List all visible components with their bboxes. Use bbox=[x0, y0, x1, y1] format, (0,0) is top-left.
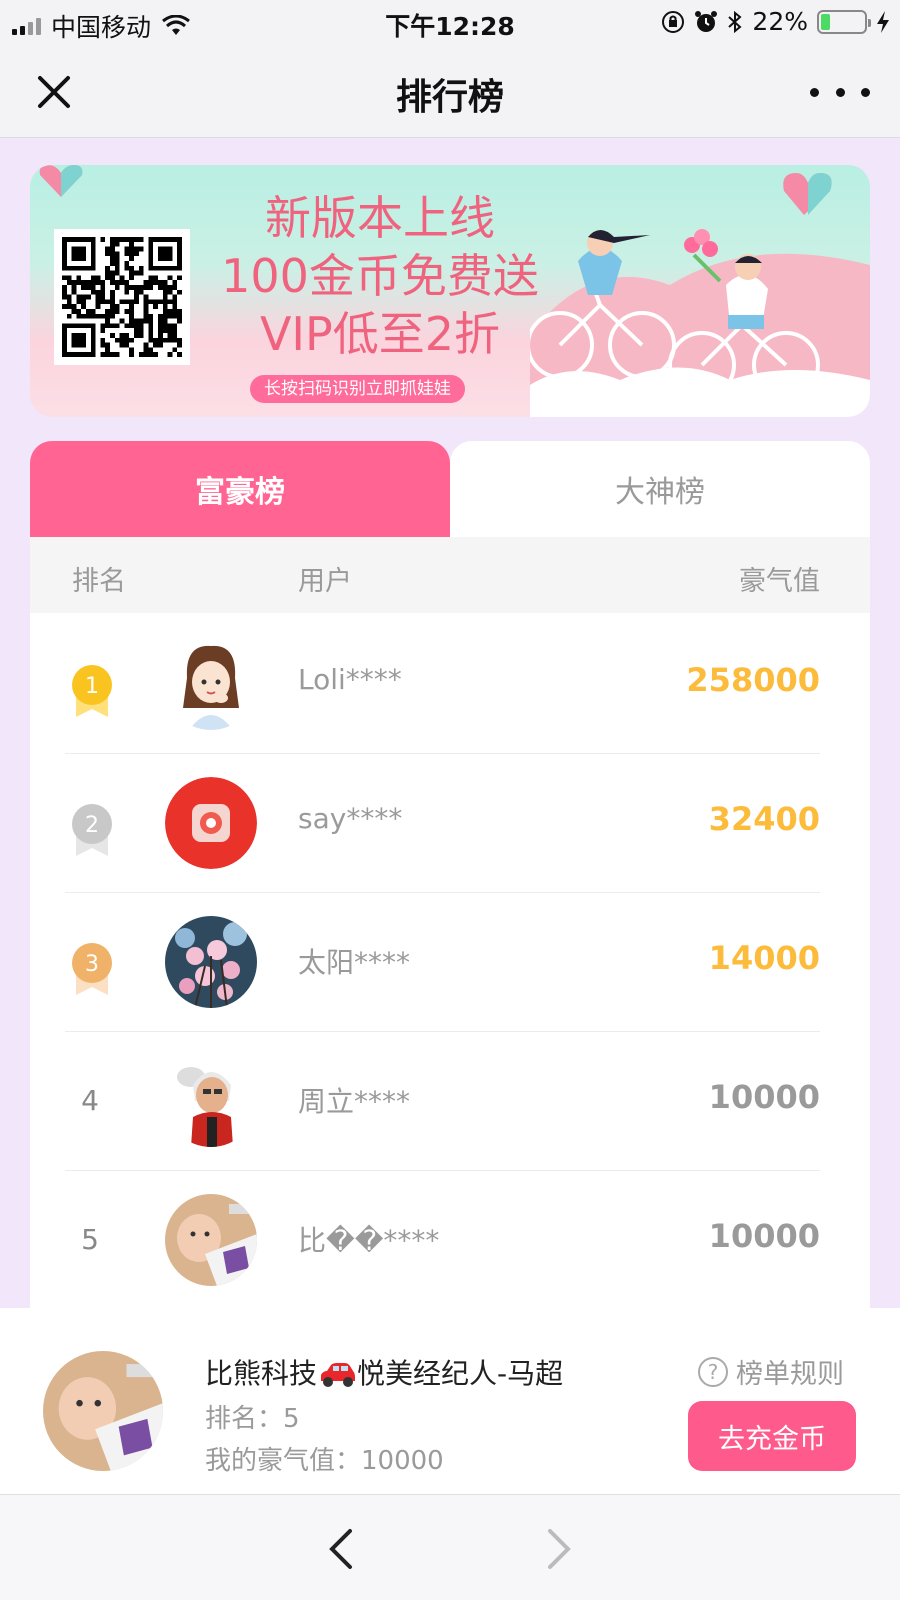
header-user: 用户 bbox=[298, 566, 352, 597]
promo-banner[interactable]: 新版本上线 100金币免费送 VIP低至2折 长按扫码识别立即抓娃娃 bbox=[30, 165, 870, 417]
my-rank: 排名：5 bbox=[205, 1404, 300, 1434]
header-score: 豪气值 bbox=[739, 566, 820, 597]
browser-toolbar bbox=[0, 1494, 900, 1600]
list-item[interactable]: 5 比��**** 10000 bbox=[30, 1169, 870, 1308]
avatar bbox=[165, 638, 257, 730]
page-title: 排行榜 bbox=[395, 77, 504, 118]
forward-arrow-icon[interactable] bbox=[538, 1527, 578, 1571]
status-right: 22% bbox=[661, 7, 890, 36]
list-item[interactable]: 3 太阳**** 14000 bbox=[30, 891, 870, 1032]
bronze-medal-icon: 3 bbox=[72, 943, 112, 995]
avatar bbox=[165, 1194, 257, 1286]
heart-balloon-icon bbox=[39, 165, 83, 197]
my-name-prefix: 比熊科技 bbox=[205, 1357, 318, 1390]
tab-master-list[interactable]: 大神榜 bbox=[450, 441, 870, 537]
tab-rich-list[interactable]: 富豪榜 bbox=[30, 441, 450, 537]
battery-icon bbox=[817, 9, 871, 34]
recharge-button[interactable]: 去充金币 bbox=[688, 1401, 856, 1471]
list-item[interactable]: 4 周立**** 10000 bbox=[30, 1030, 870, 1171]
rank-number: 4 bbox=[81, 1084, 99, 1117]
bluetooth-icon bbox=[728, 10, 742, 33]
username: 太阳**** bbox=[298, 946, 411, 979]
more-icon[interactable] bbox=[810, 74, 870, 110]
back-arrow-icon[interactable] bbox=[322, 1527, 362, 1571]
username: Loli**** bbox=[298, 663, 402, 696]
list-item[interactable]: 1 Loli**** 258000 bbox=[30, 613, 870, 754]
battery-percent: 22% bbox=[752, 7, 808, 36]
my-score: 我的豪气值：10000 bbox=[205, 1446, 444, 1476]
status-bar: 中国移动 下午12:28 22% bbox=[0, 0, 900, 44]
ranking-tabs: 富豪榜 大神榜 bbox=[30, 441, 870, 537]
rules-label: 榜单规则 bbox=[736, 1359, 844, 1390]
orientation-lock-icon bbox=[662, 10, 685, 33]
my-rank-panel: 比熊科技 悦美经纪人-马超 排名：5 我的豪气值：10000 ? 榜单规则 去充… bbox=[0, 1308, 900, 1494]
rank-number: 5 bbox=[81, 1223, 99, 1256]
medal-rank: 3 bbox=[85, 952, 99, 977]
username: 比��**** bbox=[298, 1224, 440, 1257]
battery-fill bbox=[821, 13, 831, 30]
charging-icon bbox=[877, 10, 889, 33]
score-value: 258000 bbox=[686, 661, 820, 699]
silver-medal-icon: 2 bbox=[72, 804, 112, 856]
banner-headline: 新版本上线 100金币免费送 VIP低至2折 bbox=[210, 189, 550, 363]
car-emoji-icon bbox=[321, 1363, 356, 1387]
nav-bar: 排行榜 bbox=[0, 44, 900, 138]
qr-code bbox=[54, 229, 190, 365]
avatar bbox=[165, 916, 257, 1008]
banner-line-3: VIP低至2折 bbox=[259, 307, 501, 361]
ranking-list: 1 Loli**** 258000 2 say**** 32400 3 太阳**… bbox=[30, 613, 870, 1308]
cyclists-illustration bbox=[530, 173, 870, 417]
rules-link[interactable]: ? 榜单规则 bbox=[698, 1352, 844, 1391]
score-value: 10000 bbox=[708, 1078, 820, 1116]
my-avatar bbox=[43, 1351, 163, 1471]
my-name: 比熊科技 悦美经纪人-马超 bbox=[205, 1352, 563, 1392]
banner-line-2: 100金币免费送 bbox=[221, 249, 539, 303]
list-item[interactable]: 2 say**** 32400 bbox=[30, 752, 870, 893]
banner-pill: 长按扫码识别立即抓娃娃 bbox=[250, 375, 465, 403]
username: 周立**** bbox=[298, 1085, 411, 1118]
avatar bbox=[165, 777, 257, 869]
score-value: 14000 bbox=[708, 939, 820, 977]
medal-rank: 2 bbox=[85, 813, 99, 838]
medal-rank: 1 bbox=[85, 674, 99, 699]
list-header: 排名 用户 豪气值 bbox=[30, 537, 870, 613]
header-rank: 排名 bbox=[72, 566, 126, 597]
alarm-icon bbox=[695, 10, 718, 32]
score-value: 10000 bbox=[708, 1217, 820, 1255]
my-name-suffix: 悦美经纪人-马超 bbox=[357, 1357, 564, 1390]
banner-line-1: 新版本上线 bbox=[265, 191, 495, 245]
username: say**** bbox=[298, 802, 403, 835]
gold-medal-icon: 1 bbox=[72, 665, 112, 717]
avatar bbox=[165, 1055, 257, 1147]
score-value: 32400 bbox=[708, 800, 820, 838]
help-icon: ? bbox=[698, 1356, 728, 1387]
